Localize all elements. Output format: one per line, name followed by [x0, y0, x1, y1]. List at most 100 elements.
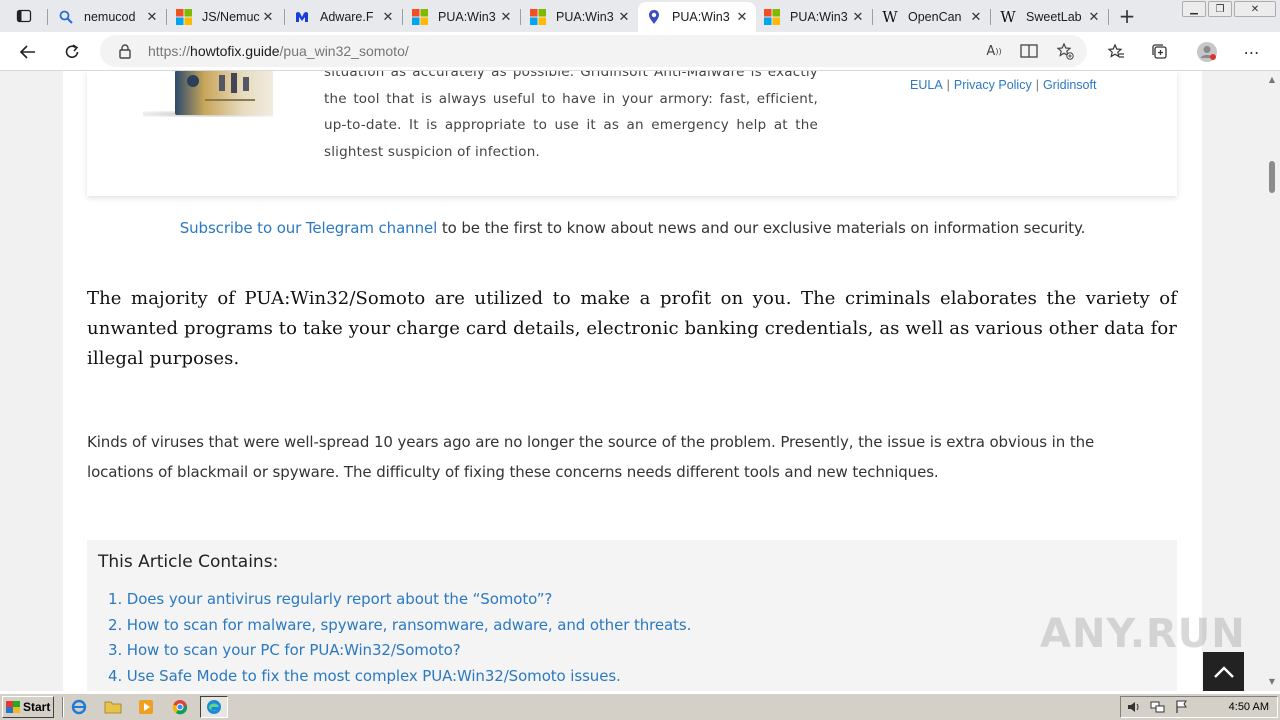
close-icon[interactable]: ✕: [850, 9, 866, 25]
tab-nemucod[interactable]: nemucod ✕: [50, 2, 166, 32]
minimize-button[interactable]: ▁: [1182, 1, 1206, 17]
close-icon[interactable]: ✕: [144, 9, 160, 25]
privacy-policy-link[interactable]: Privacy Policy: [954, 78, 1032, 92]
gridinsoft-link[interactable]: Gridinsoft: [1043, 78, 1097, 92]
url-host: howtofix.guide: [190, 43, 280, 59]
collections-icon: [1152, 44, 1167, 59]
tab-title: JS/Nemuc: [202, 10, 260, 24]
refresh-button[interactable]: [57, 38, 87, 66]
avatar-icon: [1197, 42, 1217, 62]
product-box-artwork: [187, 73, 255, 101]
edge-icon: [207, 700, 221, 714]
immersive-reader-icon[interactable]: [1017, 41, 1041, 61]
toc-item[interactable]: 3. How to scan your PC for PUA:Win32/Som…: [108, 638, 691, 664]
toc-title: This Article Contains:: [98, 552, 279, 572]
address-bar[interactable]: https://howtofix.guide/pua_win32_somoto/…: [100, 35, 1087, 67]
edge-taskbar-button[interactable]: [200, 696, 228, 718]
tab-title: PUA:Win3: [438, 10, 496, 24]
tab-pua-win32-2[interactable]: PUA:Win3 ✕: [522, 2, 638, 32]
windows-logo-icon: [764, 9, 780, 25]
settings-menu-button[interactable]: ⋯: [1237, 38, 1267, 66]
new-tab-button[interactable]: +: [1114, 4, 1140, 28]
tab-title: OpenCan: [908, 10, 962, 24]
close-window-button[interactable]: ✕: [1234, 1, 1276, 17]
tab-separator: [872, 9, 873, 25]
toc-list: 1. Does your antivirus regularly report …: [108, 587, 691, 689]
tab-pua-win32-3[interactable]: PUA:Win3 ✕: [756, 2, 872, 32]
tab-separator: [1108, 9, 1109, 25]
add-favorite-icon[interactable]: [1053, 41, 1077, 61]
window-controls: ▁ ❐ ✕: [1182, 0, 1280, 17]
shield-pin-icon: [646, 9, 662, 25]
close-icon[interactable]: ✕: [734, 9, 750, 25]
close-icon: ✕: [1250, 3, 1260, 15]
restore-button[interactable]: ❐: [1208, 1, 1232, 17]
tab-pua-win32-active[interactable]: PUA:Win3 ✕: [638, 2, 756, 32]
chrome-icon[interactable]: [171, 698, 189, 716]
start-button[interactable]: Start: [2, 696, 54, 718]
scroll-to-top-button[interactable]: [1203, 652, 1244, 691]
tab-title: PUA:Win3: [790, 10, 848, 24]
wikipedia-icon: W: [1000, 8, 1016, 26]
close-icon[interactable]: ✕: [260, 9, 276, 25]
chevron-up-icon: [1213, 665, 1234, 678]
close-icon[interactable]: ✕: [968, 9, 984, 25]
read-aloud-icon[interactable]: A)): [982, 41, 1006, 61]
favorites-icon: [1107, 43, 1124, 58]
tab-title: SweetLab: [1026, 10, 1082, 24]
windows-logo-icon: [530, 9, 546, 25]
lock-icon[interactable]: [118, 43, 132, 63]
wikipedia-icon: W: [882, 8, 898, 26]
collections-button[interactable]: [1145, 38, 1175, 66]
gridinsoft-product-box-image: [175, 71, 273, 115]
folder-icon[interactable]: [104, 698, 122, 716]
scroll-up-arrow-icon[interactable]: ▲: [1267, 75, 1277, 85]
close-icon[interactable]: ✕: [616, 9, 632, 25]
refresh-icon: [65, 44, 79, 58]
back-button[interactable]: [13, 38, 43, 66]
close-icon[interactable]: ✕: [1086, 9, 1102, 25]
more-options-icon: ⋯: [1243, 42, 1261, 62]
telegram-channel-link[interactable]: Subscribe to our Telegram channel: [180, 219, 438, 237]
volume-icon[interactable]: [1126, 700, 1142, 714]
body-paragraph: Kinds of viruses that were well-spread 1…: [87, 433, 1095, 481]
internet-explorer-icon[interactable]: [70, 698, 88, 716]
close-icon[interactable]: ✕: [498, 9, 514, 25]
scrollbar-thumb[interactable]: [1269, 161, 1275, 193]
url-text[interactable]: https://howtofix.guide/pua_win32_somoto/: [148, 43, 409, 59]
vertical-scrollbar[interactable]: ▲ ▼: [1264, 71, 1280, 691]
scroll-down-arrow-icon[interactable]: ▼: [1267, 677, 1277, 687]
tab-actions-menu-button[interactable]: [8, 4, 40, 28]
tab-separator: [402, 9, 403, 25]
clock[interactable]: 4:50 AM: [1229, 701, 1269, 713]
promo-description: situation as accurately as possible. Gri…: [324, 71, 818, 160]
tab-opencandy[interactable]: W OpenCan ✕: [874, 2, 990, 32]
profile-button[interactable]: [1192, 38, 1222, 66]
toc-item[interactable]: 2. How to scan for malware, spyware, ran…: [108, 613, 691, 639]
subscribe-text: to be the first to know about news and o…: [437, 219, 1086, 237]
eula-link[interactable]: EULA: [910, 78, 943, 92]
start-label: Start: [23, 700, 51, 714]
tab-title: PUA:Win3: [556, 10, 614, 24]
tab-strip: nemucod ✕ JS/Nemuc ✕ Adware.F ✕ PUA:Win3…: [0, 0, 1280, 32]
tab-title: nemucod: [84, 10, 136, 24]
tab-adware[interactable]: Adware.F ✕: [286, 2, 402, 32]
url-scheme: https://: [148, 43, 191, 59]
close-icon[interactable]: ✕: [380, 9, 396, 25]
tab-sweetlabs[interactable]: W SweetLab ✕: [992, 2, 1108, 32]
network-icon[interactable]: [1150, 700, 1166, 714]
tab-js-nemucod[interactable]: JS/Nemuc ✕: [168, 2, 282, 32]
tab-title: PUA:Win3: [672, 10, 730, 24]
media-player-icon[interactable]: [137, 698, 155, 716]
table-of-contents: This Article Contains: 1. Does your anti…: [87, 540, 1177, 691]
favorites-button[interactable]: [1101, 38, 1131, 66]
tab-separator: [166, 9, 167, 25]
tab-separator: [520, 9, 521, 25]
browser-toolbar: https://howtofix.guide/pua_win32_somoto/…: [0, 32, 1280, 71]
flag-notification-icon[interactable]: [1174, 700, 1190, 714]
minimize-icon: ▁: [1190, 3, 1198, 15]
toc-item[interactable]: 4. Use Safe Mode to fix the most complex…: [108, 664, 691, 690]
back-arrow-icon: [19, 45, 35, 59]
toc-item[interactable]: 1. Does your antivirus regularly report …: [108, 587, 691, 613]
tab-pua-win32-1[interactable]: PUA:Win3 ✕: [404, 2, 520, 32]
